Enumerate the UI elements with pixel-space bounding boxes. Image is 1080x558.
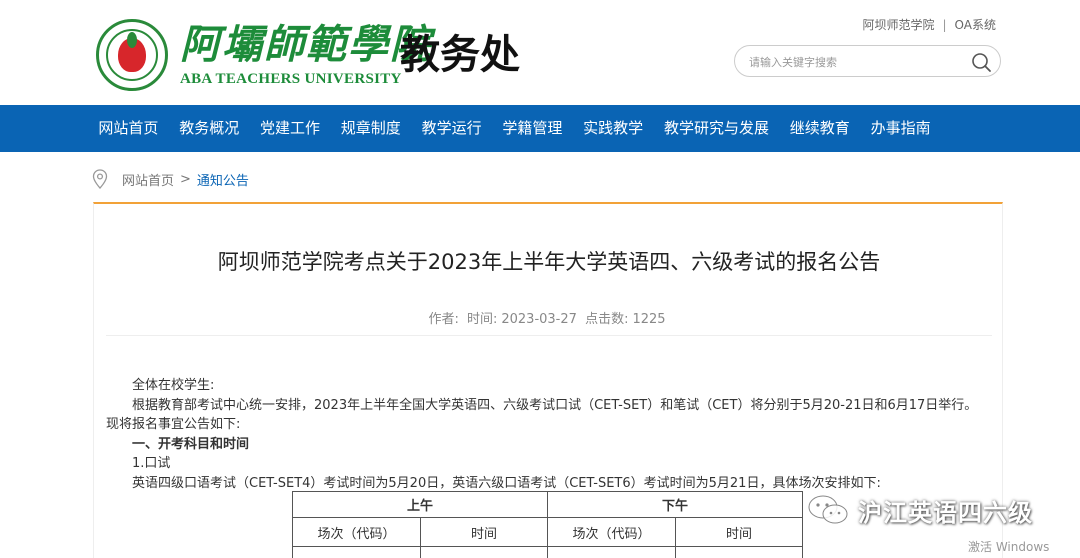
logo-english-name[interactable]: ABA TEACHERS UNIVERSITY	[180, 71, 402, 88]
article-body: 全体在校学生: 根据教育部考试中心统一安排，2023年上半年全国大学英语四、六级…	[106, 376, 986, 493]
nav-item-registry[interactable]: 学籍管理	[492, 105, 573, 152]
table-cell	[547, 546, 676, 558]
hujiang-watermark: 沪江英语四六级	[806, 492, 1033, 528]
top-links: 阿坝师范学院 | OA系统	[862, 16, 996, 33]
table-header-pm: 下午	[547, 491, 803, 518]
section-heading: 一、开考科目和时间	[132, 436, 250, 452]
meta-clicks-label: 点击数:	[585, 312, 629, 327]
logo-chinese-name[interactable]: 阿壩師範學院	[180, 22, 432, 68]
nav-item-overview[interactable]: 教务概况	[169, 105, 250, 152]
search-icon[interactable]	[970, 51, 992, 73]
link-separator: |	[942, 17, 947, 32]
table-cell	[420, 546, 548, 558]
meta-divider	[106, 335, 992, 336]
nav-item-teaching[interactable]: 教学运行	[411, 105, 492, 152]
main-nav: 网站首页 教务概况 党建工作 规章制度 教学运行 学籍管理 实践教学 教学研究与…	[0, 105, 1080, 152]
link-oa-system[interactable]: OA系统	[955, 16, 996, 33]
breadcrumb: 网站首页 > 通知公告	[92, 168, 249, 190]
search-input[interactable]	[749, 52, 969, 72]
meta-time-label: 时间:	[466, 312, 498, 327]
site-header: 阿壩師範學院 ABA TEACHERS UNIVERSITY 教务处 阿坝师范学…	[0, 0, 1080, 105]
article-meta: 作者: 时间: 2023-03-27 点击数: 1225	[94, 308, 1004, 327]
breadcrumb-current[interactable]: 通知公告	[197, 170, 249, 189]
university-emblem-icon[interactable]	[96, 19, 168, 91]
nav-item-rules[interactable]: 规章制度	[330, 105, 411, 152]
table-col-session-pm: 场次（代码）	[547, 517, 676, 547]
meta-author: 作者:	[428, 312, 459, 327]
location-pin-icon	[92, 169, 108, 189]
nav-item-practice[interactable]: 实践教学	[573, 105, 654, 152]
nav-item-continuing[interactable]: 继续教育	[779, 105, 860, 152]
nav-item-research[interactable]: 教学研究与发展	[654, 105, 780, 152]
intro-paragraph: 根据教育部考试中心统一安排，2023年上半年全国大学英语四、六级考试口试（CET…	[106, 397, 978, 433]
subsection-oral: 1.口试	[132, 456, 171, 471]
article-title: 阿坝师范学院考点关于2023年上半年大学英语四、六级考试的报名公告	[217, 250, 881, 274]
emblem-leaf	[127, 32, 137, 48]
meta-clicks: 1225	[632, 312, 666, 327]
nav-item-party[interactable]: 党建工作	[250, 105, 331, 152]
table-cell	[675, 546, 803, 558]
breadcrumb-arrow: >	[180, 171, 191, 187]
watermark-text: 沪江英语四六级	[858, 498, 1033, 527]
schedule-table: 上午 下午 场次（代码） 时间 场次（代码） 时间	[292, 491, 803, 558]
department-title: 教务处	[400, 32, 520, 78]
wechat-icon	[808, 495, 848, 524]
table-col-session-am: 场次（代码）	[292, 517, 421, 547]
table-col-time-pm: 时间	[675, 517, 803, 547]
nav-item-guide[interactable]: 办事指南	[860, 105, 941, 152]
table-cell	[292, 546, 421, 558]
table-col-time-am: 时间	[420, 517, 548, 547]
link-university-home[interactable]: 阿坝师范学院	[862, 16, 934, 33]
table-header-am: 上午	[292, 491, 548, 518]
search-box	[734, 45, 1001, 77]
windows-activation-notice: 激活 Windows	[968, 540, 1050, 554]
nav-item-home[interactable]: 网站首页	[88, 105, 169, 152]
breadcrumb-home[interactable]: 网站首页	[122, 170, 174, 189]
greeting: 全体在校学生:	[132, 378, 215, 393]
meta-time: 2023-03-27	[501, 312, 577, 327]
